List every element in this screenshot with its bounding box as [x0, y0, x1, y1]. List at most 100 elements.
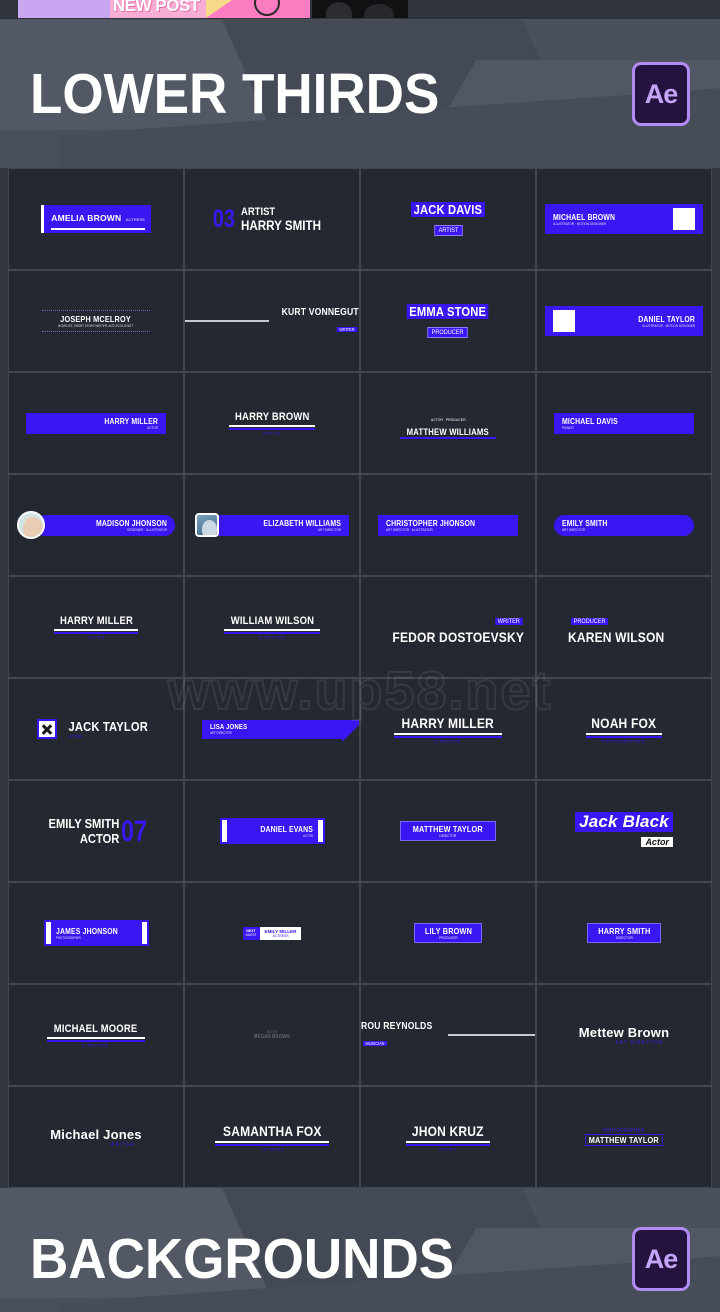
template-cell[interactable]: ACTOR MEGAN BROWN — [185, 985, 359, 1085]
template-cell[interactable]: JHON KRUZ ARTIST — [361, 1087, 535, 1187]
underline-accent — [53, 631, 139, 634]
template-cell[interactable]: EMILY SMITH ACTOR 07 — [9, 781, 183, 881]
lt-subtitle: ARTIST — [433, 225, 463, 236]
underline — [586, 732, 662, 735]
lt-name: Mettew Brown — [578, 1024, 670, 1040]
lower-third-plain: SAMANTHA FOX ACTRESS — [214, 1123, 330, 1152]
template-cell[interactable]: DANIEL EVANS ACTOR — [185, 781, 359, 881]
lt-subtitle: ACTOR — [68, 734, 83, 739]
lower-third-pill: DANIEL TAYLOR ILLUSTRATOR · MOTION DESIG… — [545, 306, 703, 336]
template-cell[interactable]: Jack Black Actor — [537, 781, 711, 881]
template-cell[interactable]: JOSEPH MCELROY NOVELIST, SHORT STORY WRI… — [9, 271, 183, 371]
template-cell[interactable]: JACK DAVIS ARTIST — [361, 169, 535, 269]
template-cell[interactable]: ELIZABETH WILLIAMS ART DIRECTOR — [185, 475, 359, 575]
template-cell[interactable]: AMELIA BROWN ACTRESS — [9, 169, 183, 269]
lt-name: ROU REYNOLDS — [361, 1020, 433, 1032]
lower-third-faded: ACTOR MEGAN BROWN — [251, 1030, 293, 1040]
lt-name: EMILY SMITH — [562, 518, 608, 528]
page-root: NEW POST LOWER THIRDS Ae AMELIA BROWN AC… — [0, 0, 720, 1312]
template-cell[interactable]: HARRY BROWN ARTIST — [185, 373, 359, 473]
thumb-lavender[interactable] — [18, 0, 110, 18]
lt-subtitle: ACTOR — [302, 833, 313, 838]
lt-subtitle: ACTRESS — [125, 217, 145, 222]
template-cell[interactable]: JAMES JHONSON PHOTOGRAPHER — [9, 883, 183, 983]
lt-name: KAREN WILSON — [567, 628, 665, 645]
lt-name: MICHAEL DAVIS — [562, 416, 618, 426]
template-cell[interactable]: MICHAEL DAVIS PIANIST — [537, 373, 711, 473]
lt-name: CHRISTOPHER JHONSON — [386, 518, 476, 528]
template-cell[interactable]: ACTOR · PRODUCER MATTHEW WILLIAMS — [361, 373, 535, 473]
lower-third-box: MATTHEW TAYLOR DIRECTOR — [400, 821, 496, 841]
template-cell[interactable]: WRITER FEDOR DOSTOEVSKY — [361, 577, 535, 677]
lower-third-plain: WILLIAM WILSON DIRECTOR — [223, 615, 321, 640]
lower-third-bar: AMELIA BROWN ACTRESS — [41, 205, 151, 233]
template-cell[interactable]: HARRY SMITH DIRECTOR — [537, 883, 711, 983]
lt-name: HARRY SMITH — [241, 217, 322, 233]
template-cell[interactable]: KURT VONNEGUT WRITER — [185, 271, 359, 371]
backgrounds-title: BACKGROUNDS — [30, 1226, 455, 1291]
template-cell[interactable]: LISA JONES ART DIRECTOR — [185, 679, 359, 779]
underline-accent — [394, 735, 502, 738]
template-cell[interactable]: Michael Jones WRITER — [9, 1087, 183, 1187]
template-cell[interactable]: NEXT GUEST EMILY MILLER ACTRESS — [185, 883, 359, 983]
lt-subtitle: Actor — [641, 837, 673, 847]
lower-third-serif: Mettew Brown ART DIRECTOR — [579, 1025, 670, 1046]
lt-subtitle: PRODUCER — [438, 936, 458, 940]
template-cell[interactable]: DANIEL TAYLOR ILLUSTRATOR · MOTION DESIG… — [537, 271, 711, 371]
template-cell[interactable]: EMMA STONE PRODUCER — [361, 271, 535, 371]
lt-subtitle: ILLUSTRATOR · MOTION DESIGNER — [553, 221, 607, 226]
thumb-pink-circle[interactable] — [206, 0, 310, 18]
template-cell[interactable]: WILLIAM WILSON DIRECTOR — [185, 577, 359, 677]
template-cell[interactable]: LILY BROWN PRODUCER — [361, 883, 535, 983]
templates-grid-wrap: AMELIA BROWN ACTRESS 03 ARTIST HARRY SMI… — [0, 168, 720, 1188]
template-cell[interactable]: NOAH FOX PHOTOGRAPHER — [537, 679, 711, 779]
lower-third-caps: DANIEL EVANS ACTOR — [219, 818, 325, 844]
lt-name: JACK DAVIS — [411, 202, 485, 217]
template-cell[interactable]: CHRISTOPHER JHONSON ART DIRECTOR · ILLUS… — [361, 475, 535, 575]
thumb-dark-photo[interactable] — [312, 0, 408, 18]
top-thumbnail-strip: NEW POST — [0, 0, 720, 20]
lower-third-x-badge: JACK TAYLOR ACTOR — [37, 719, 155, 739]
lt-subtitle: PRODUCER — [427, 327, 469, 338]
template-cell[interactable]: MADISON JHONSON DESIGNER · ILLUSTRATOR — [9, 475, 183, 575]
lower-third-pill: MICHAEL BROWN ILLUSTRATOR · MOTION DESIG… — [545, 204, 703, 234]
lower-thirds-banner: LOWER THIRDS Ae — [0, 20, 720, 168]
template-cell[interactable]: 03 ARTIST HARRY SMITH — [185, 169, 359, 269]
lt-number: 07 — [121, 814, 148, 848]
template-cell[interactable]: HARRY MILLER ACTOR — [9, 577, 183, 677]
lt-square — [673, 208, 695, 230]
lower-third-tag: WRITER FEDOR DOSTOEVSKY — [371, 610, 524, 645]
lt-name: AMELIA BROWN — [51, 213, 122, 223]
template-cell[interactable]: PHOTOGRAPHER MATTHEW TAYLOR — [537, 1087, 711, 1187]
template-cell[interactable]: MICHAEL BROWN ILLUSTRATOR · MOTION DESIG… — [537, 169, 711, 269]
underline — [47, 1036, 145, 1039]
after-effects-icon: Ae — [632, 1227, 690, 1291]
template-cell[interactable]: ROU REYNOLDS MUSICIAN — [361, 985, 535, 1085]
lt-subtitle: MUSICIAN — [362, 1040, 388, 1046]
lt-name: EMILY MILLER — [264, 928, 297, 934]
close-icon — [37, 719, 58, 739]
template-cell[interactable]: MICHAEL MOORE DIRECTOR — [9, 985, 183, 1085]
template-cell[interactable]: Mettew Brown ART DIRECTOR — [537, 985, 711, 1085]
lower-third-box: LILY BROWN PRODUCER — [413, 923, 483, 943]
lt-tag2: GUEST — [245, 932, 257, 937]
underline-accent — [223, 631, 321, 634]
template-cell[interactable]: JACK TAYLOR ACTOR — [9, 679, 183, 779]
template-cell[interactable]: EMILY SMITH ART DIRECTOR — [537, 475, 711, 575]
template-cell[interactable]: MATTHEW TAYLOR DIRECTOR — [361, 781, 535, 881]
lower-third-italic: Jack Black Actor — [575, 812, 673, 850]
lt-subtitle: ART DIRECTOR · ILLUSTRATOR — [386, 527, 433, 532]
lt-square — [553, 310, 575, 332]
template-cell[interactable]: HARRY MILLER ACTOR — [9, 373, 183, 473]
template-cell[interactable]: SAMANTHA FOX ACTRESS — [185, 1087, 359, 1187]
lt-subtitle: DIRECTOR — [82, 1042, 110, 1048]
lt-name: JHON KRUZ — [412, 1122, 484, 1139]
lt-subtitle: ACTOR — [79, 831, 120, 846]
lower-third-highlight: EMMA STONE PRODUCER — [400, 303, 495, 339]
lt-subtitle: PHOTOGRAPHER — [55, 935, 81, 940]
lt-name: EMMA STONE — [406, 304, 490, 319]
template-cell[interactable]: PRODUCER KAREN WILSON — [537, 577, 711, 677]
thumb-new-post[interactable]: NEW POST — [110, 0, 206, 18]
lower-third-dotted: JOSEPH MCELROY NOVELIST, SHORT STORY WRI… — [42, 310, 150, 332]
template-cell[interactable]: HARRY MILLER DIRECTOR — [361, 679, 535, 779]
